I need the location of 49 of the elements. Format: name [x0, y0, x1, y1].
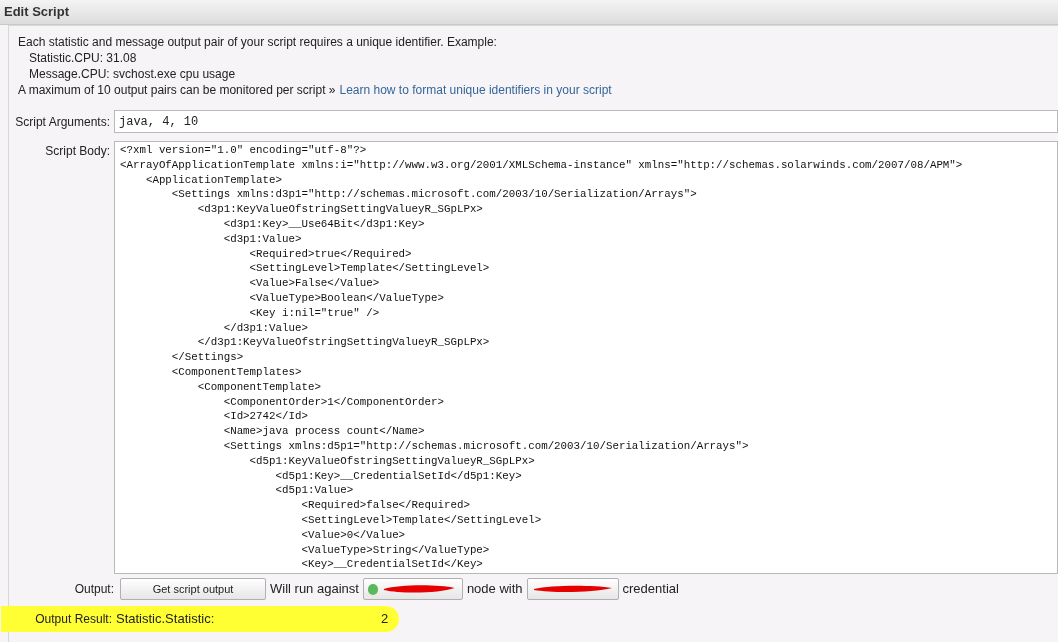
code-line: <SettingLevel>Template</SettingLevel> [300, 512, 542, 528]
code-line: <Value>False</Value> [248, 276, 380, 291]
credential-text: credential [622, 580, 679, 599]
get-output-button[interactable]: Get script output [120, 578, 266, 600]
code-line: <ComponentTemplates> [170, 364, 302, 380]
window-title: Edit Script [4, 3, 69, 22]
code-line: <Key>__CredentialSetId</Key> [300, 557, 483, 573]
code-line: <d5p1:Key>__CredentialSetId</d5p1:Key> [274, 468, 522, 484]
code-line: <ArrayOfApplicationTemplate xmlns:i="http://www.w3.org/2001/XMLSchema-instance" xmlns="http://schemas.solarwinds.com/2007/08/APM"> [120, 157, 963, 173]
code-line: <?xml version="1.0" encoding="utf-8"?> [120, 143, 367, 158]
run-text: Will run against [270, 580, 359, 599]
code-line: <d3p1:Value> [222, 231, 302, 247]
code-line: <ComponentOrder>1</ComponentOrder> [222, 394, 444, 410]
code-line: <Name>java process count</Name> [222, 424, 425, 439]
code-line: <Required>false</Required> [300, 498, 470, 513]
limit-text: A maximum of 10 output pairs can be monitored per script » [18, 82, 336, 98]
code-line: <ApplicationTemplate> [144, 172, 282, 188]
example-line: Message.CPU: svchost.exe cpu usage [29, 66, 237, 82]
field-label: Output Result: [34, 611, 113, 628]
intro-text: Each statistic and message output pair of your script requires a unique identifier. Example: [18, 34, 498, 50]
code-line: </d3p1:Value> [222, 320, 308, 336]
result-value: 2 [381, 610, 389, 629]
result-name: Statistic.Statistic: [116, 610, 216, 629]
code-line: <SettingLevel>Template</SettingLevel> [248, 261, 490, 277]
field-label: Script Body: [44, 143, 111, 160]
help-link[interactable]: Learn how to format unique identifiers in your script [339, 82, 612, 98]
code-line: <ComponentTemplate> [196, 379, 321, 395]
code-line: <d5p1:Value> [274, 483, 354, 499]
code-line: <Id>2742</Id> [222, 409, 308, 425]
code-line: <d3p1:Key>__Use64Bit</d3p1:Key> [222, 217, 425, 232]
code-line: <Value>0</Value> [300, 527, 406, 543]
code-line: <Key i:nil="true" /> [248, 305, 380, 321]
example-line: Statistic.CPU: 31.08 [29, 50, 138, 66]
field-label: Script Arguments: [14, 113, 111, 131]
code-line: <Settings xmlns:d3p1="http://schemas.microsoft.com/2003/10/Serialization/Arrays"> [170, 187, 697, 203]
credential-button[interactable] [526, 578, 619, 600]
code-line: <ValueType>Boolean</ValueType> [248, 290, 444, 306]
code-line: <ValueType>String</ValueType> [300, 542, 490, 558]
code-line: <d5p1:KeyValueOfstringSettingValueyR_SGpLPx> [248, 453, 535, 469]
node-with-text: node with [466, 580, 523, 599]
code-line: </d3p1:KeyValueOfstringSettingValueyR_SGpLPx> [196, 335, 490, 351]
node-button[interactable] [362, 578, 463, 600]
field-label: Output: [73, 581, 115, 598]
code-line: </Settings> [170, 350, 244, 365]
arguments-field[interactable]: java, 4, 10 [114, 110, 1058, 133]
code-line: <Settings xmlns:d5p1="http://schemas.microsoft.com/2003/10/Serialization/Arrays"> [222, 438, 749, 454]
code-line: <Required>true</Required> [248, 246, 412, 262]
script-body-field[interactable] [114, 141, 1058, 574]
code-line: <d3p1:KeyValueOfstringSettingValueyR_SGpLPx> [196, 202, 483, 217]
